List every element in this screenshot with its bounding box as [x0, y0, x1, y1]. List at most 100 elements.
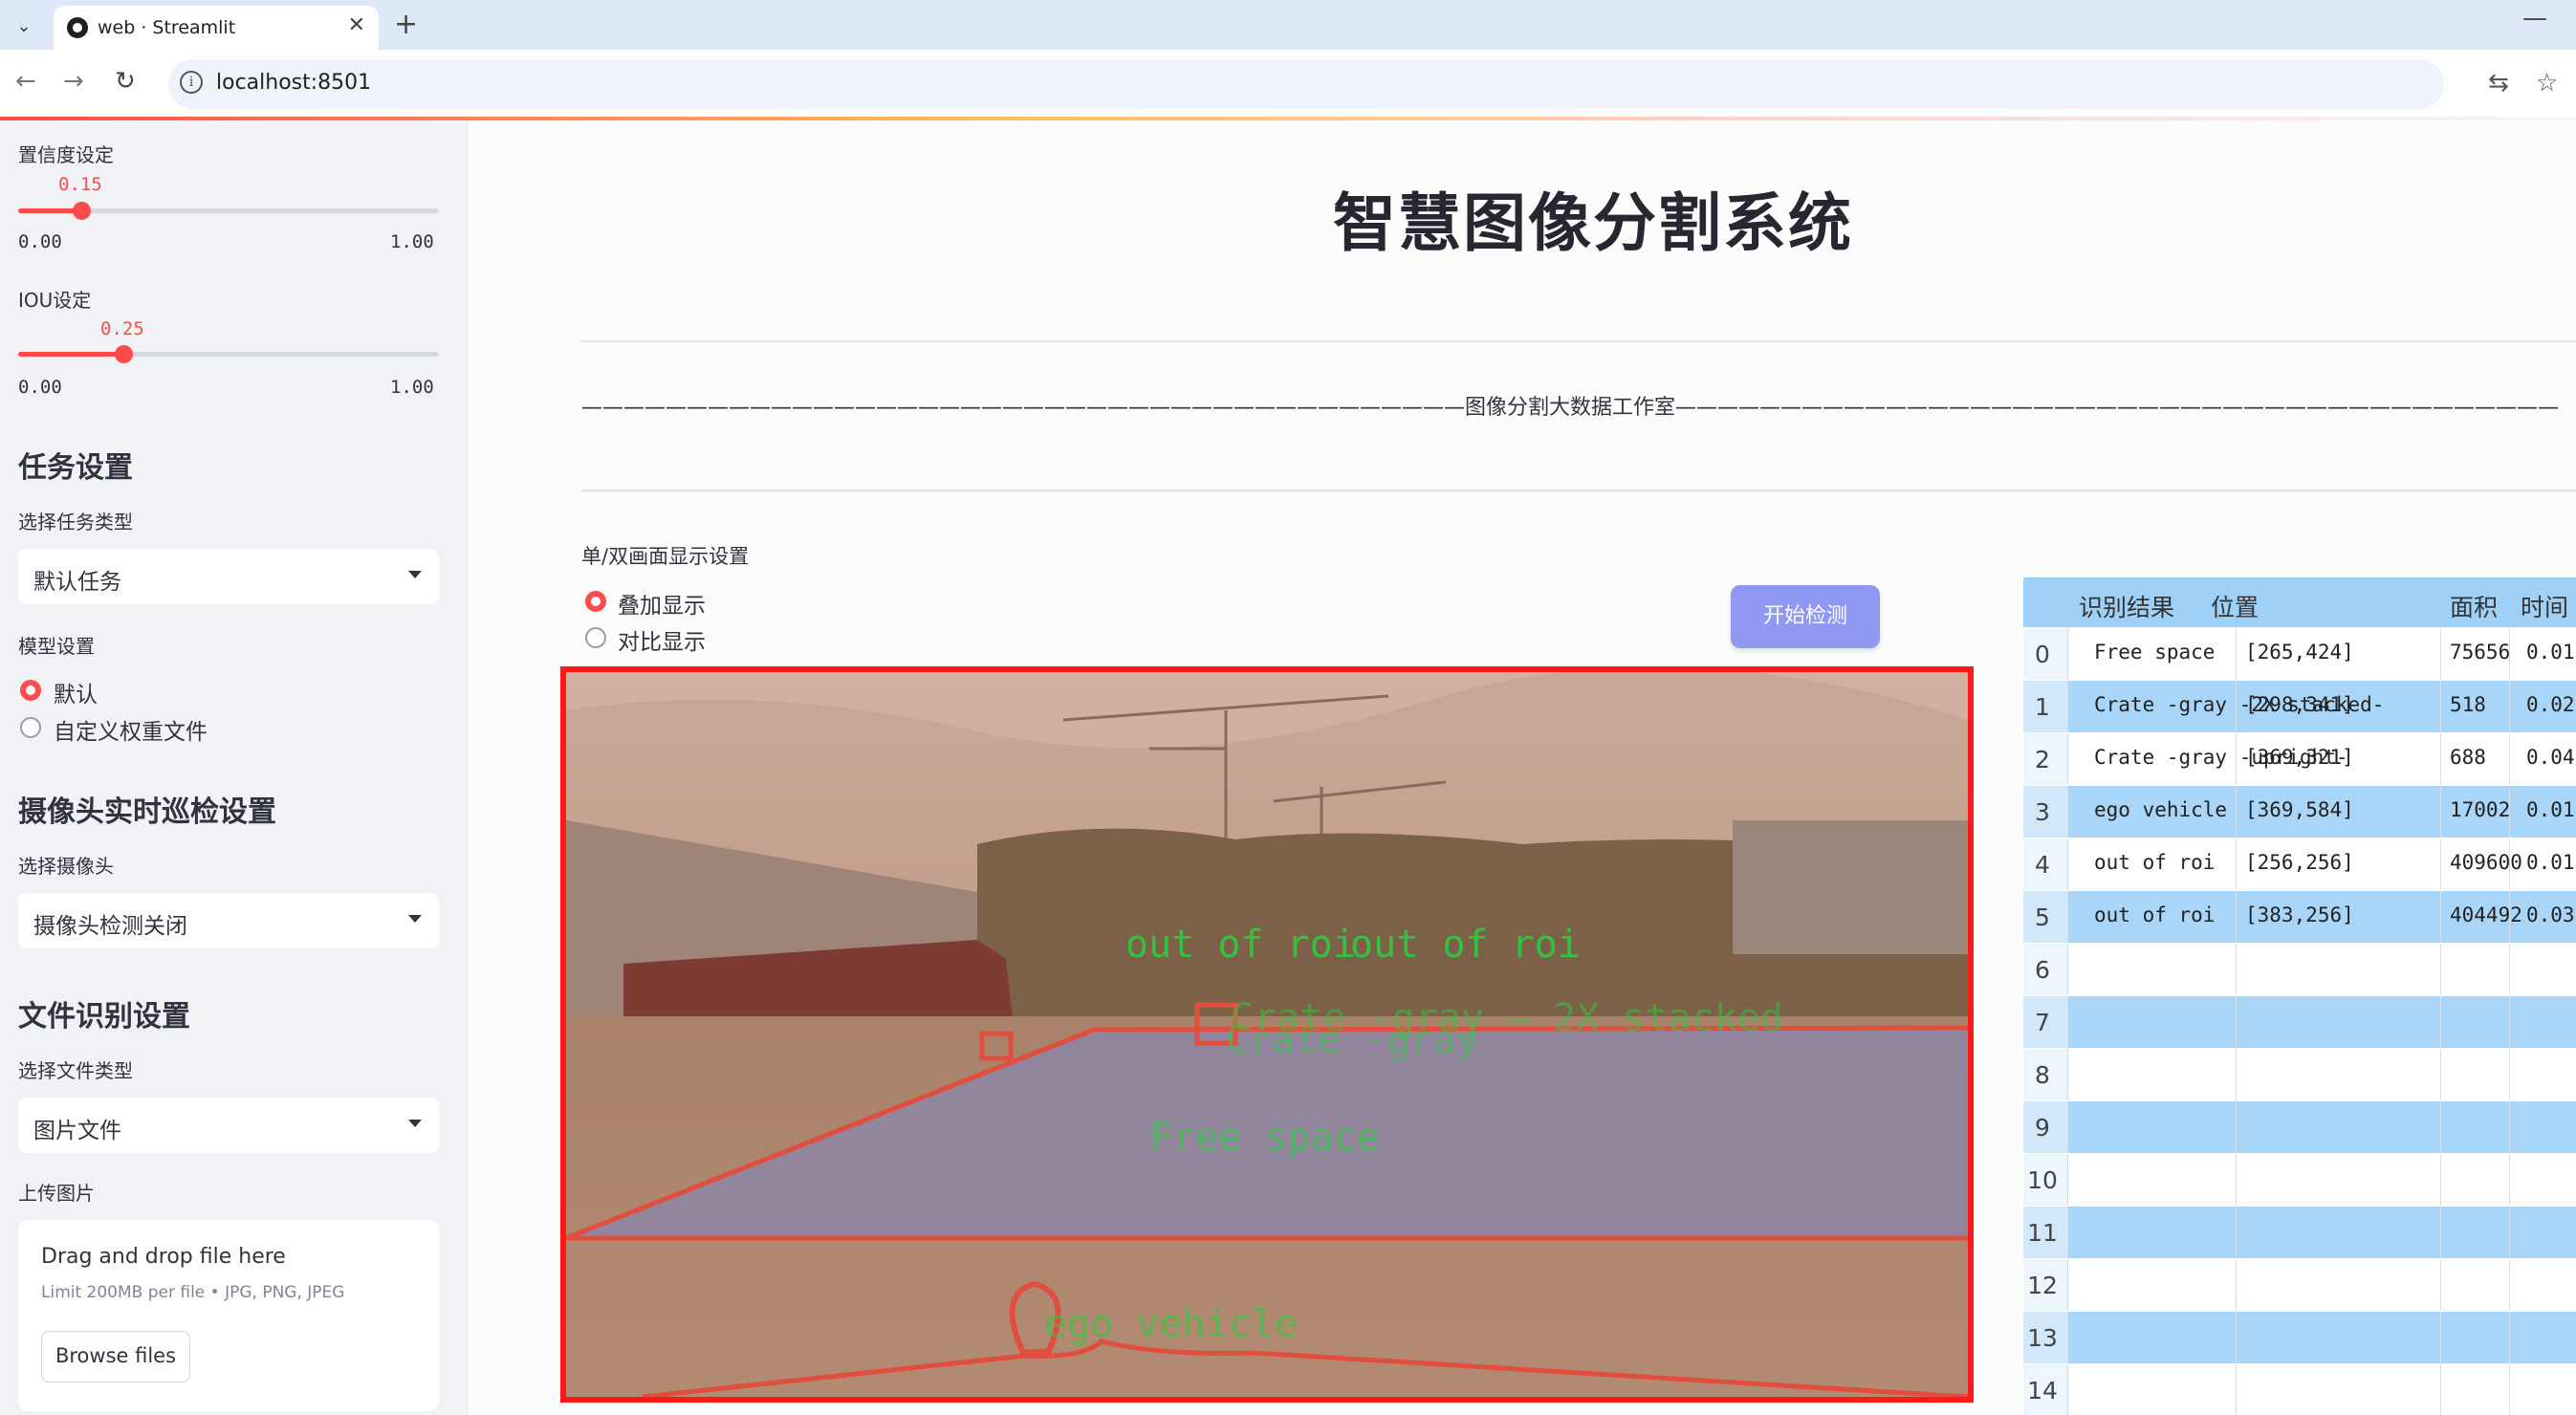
- table-row[interactable]: 0 Free space [265,424] 75656 0.01: [2023, 627, 2576, 680]
- model-custom-radio[interactable]: [20, 717, 41, 738]
- browser-tab[interactable]: web · Streamlit ✕: [54, 6, 379, 50]
- table-row[interactable]: 6: [2023, 943, 2576, 995]
- cell-area: 688: [2450, 746, 2486, 769]
- iou-value: 0.25: [100, 318, 144, 339]
- row-index: 8: [2035, 1061, 2050, 1089]
- column-divider: [2440, 1154, 2441, 1206]
- task-type-select[interactable]: 默认任务: [18, 549, 439, 604]
- tab-title: web · Streamlit: [98, 17, 236, 38]
- column-divider: [2067, 891, 2068, 943]
- table-row[interactable]: 2 Crate -gray -upright- [369,321] 688 0.04: [2023, 732, 2576, 785]
- column-divider: [2509, 1154, 2510, 1206]
- model-default-label[interactable]: 默认: [54, 676, 98, 708]
- column-divider: [2067, 733, 2068, 785]
- column-divider: [2067, 1207, 2068, 1258]
- column-divider: [2067, 944, 2068, 995]
- camera-select-label: 选择摄像头: [18, 855, 114, 878]
- column-divider: [2067, 1049, 2068, 1100]
- table-row[interactable]: 4 out of roi [256,256] 409600 0.01: [2023, 838, 2576, 890]
- row-index: 6: [2035, 956, 2050, 984]
- segmentation-canvas: out of roi out of roi Crate -gray — 2X s…: [566, 672, 1968, 1397]
- file-type-select[interactable]: 图片文件: [18, 1098, 439, 1153]
- row-index: 12: [2027, 1272, 2058, 1299]
- table-header: 识别结果 位置 面积 时间: [2023, 577, 2576, 627]
- table-row[interactable]: 5 out of roi [383,256] 404492 0.03: [2023, 890, 2576, 943]
- table-row[interactable]: 8: [2023, 1048, 2576, 1100]
- table-row[interactable]: 9: [2023, 1100, 2576, 1153]
- table-row[interactable]: 11: [2023, 1206, 2576, 1258]
- translate-icon[interactable]: ⇆: [2488, 69, 2509, 98]
- column-divider: [2509, 786, 2510, 838]
- cell-area: 518: [2450, 693, 2486, 716]
- site-info-icon[interactable]: i: [180, 71, 203, 94]
- compare-mode-radio[interactable]: [585, 627, 606, 648]
- column-divider: [2440, 1049, 2441, 1100]
- tab-list-chevron-icon[interactable]: ⌄: [8, 10, 40, 42]
- col-header-area[interactable]: 面积: [2450, 589, 2498, 623]
- url-field[interactable]: i localhost:8501: [168, 59, 2444, 109]
- column-divider: [2509, 733, 2510, 785]
- browse-files-button[interactable]: Browse files: [41, 1331, 190, 1382]
- model-custom-label[interactable]: 自定义权重文件: [54, 713, 207, 746]
- col-header-result[interactable]: 识别结果: [2079, 589, 2174, 623]
- back-icon[interactable]: ←: [15, 67, 36, 96]
- model-default-radio[interactable]: [20, 680, 41, 701]
- dropzone-title: Drag and drop file here: [41, 1245, 286, 1269]
- confidence-max: 1.00: [390, 231, 434, 252]
- column-divider: [2440, 1312, 2441, 1363]
- column-divider: [2236, 1207, 2237, 1258]
- row-index: 0: [2035, 641, 2050, 668]
- forward-icon[interactable]: →: [63, 67, 84, 96]
- compare-mode-label[interactable]: 对比显示: [618, 623, 706, 656]
- column-divider: [2509, 1049, 2510, 1100]
- column-divider: [2236, 838, 2237, 890]
- results-table[interactable]: 识别结果 位置 面积 时间 0 Free space [265,424] 75656 0…: [2023, 577, 2576, 1415]
- table-row[interactable]: 13: [2023, 1311, 2576, 1363]
- cell-time: 0.03: [2526, 903, 2575, 926]
- column-divider: [2440, 891, 2441, 943]
- reload-icon[interactable]: ↻: [115, 67, 136, 96]
- minimize-window-icon[interactable]: —: [2522, 4, 2547, 33]
- cell-area: 17002: [2450, 798, 2511, 821]
- confidence-min: 0.00: [18, 231, 62, 252]
- camera-select-value: 摄像头检测关闭: [33, 914, 187, 939]
- cell-result: out of roi: [2094, 851, 2216, 874]
- table-row[interactable]: 7: [2023, 995, 2576, 1048]
- confidence-slider[interactable]: [18, 202, 439, 220]
- overlay-mode-label[interactable]: 叠加显示: [618, 587, 706, 620]
- col-header-position[interactable]: 位置: [2211, 589, 2259, 623]
- column-divider: [2509, 1259, 2510, 1311]
- table-row[interactable]: 1 Crate -gray -2X stacked- [298,341] 518 0.0…: [2023, 680, 2576, 732]
- iou-slider-thumb[interactable]: [115, 345, 133, 363]
- column-divider: [2067, 1312, 2068, 1363]
- column-divider: [2236, 733, 2237, 785]
- camera-select[interactable]: 摄像头检测关闭: [18, 893, 439, 948]
- start-detection-button[interactable]: 开始检测: [1731, 585, 1880, 648]
- col-header-time[interactable]: 时间: [2521, 589, 2568, 623]
- camera-settings-heading: 摄像头实时巡检设置: [18, 795, 276, 829]
- cell-position: [383,256]: [2245, 903, 2354, 926]
- table-row[interactable]: 10: [2023, 1153, 2576, 1206]
- divider-bottom: [581, 490, 2576, 491]
- file-dropzone[interactable]: Drag and drop file here Limit 200MB per …: [18, 1220, 439, 1411]
- close-tab-icon[interactable]: ✕: [348, 13, 365, 37]
- chevron-down-icon: [408, 1120, 422, 1127]
- cell-result: out of roi: [2094, 903, 2216, 926]
- column-divider: [2067, 996, 2068, 1048]
- column-divider: [2440, 838, 2441, 890]
- table-row[interactable]: 12: [2023, 1258, 2576, 1311]
- table-row[interactable]: 14: [2023, 1363, 2576, 1415]
- column-divider: [2509, 681, 2510, 732]
- table-row[interactable]: 3 ego vehicle [369,584] 17002 0.01: [2023, 785, 2576, 838]
- url-text[interactable]: localhost:8501: [216, 71, 371, 95]
- file-type-label: 选择文件类型: [18, 1059, 133, 1082]
- confidence-slider-thumb[interactable]: [73, 202, 91, 220]
- new-tab-icon[interactable]: +: [394, 8, 418, 41]
- iou-slider[interactable]: [18, 345, 439, 363]
- confidence-label: 置信度设定: [18, 143, 114, 166]
- display-mode-label: 单/双画面显示设置: [581, 545, 750, 568]
- bookmark-star-icon[interactable]: ☆: [2536, 69, 2558, 98]
- row-index: 2: [2035, 746, 2050, 773]
- overlay-label-crate-2: Crate -gray: [1226, 1018, 1479, 1062]
- overlay-mode-radio[interactable]: [585, 591, 606, 612]
